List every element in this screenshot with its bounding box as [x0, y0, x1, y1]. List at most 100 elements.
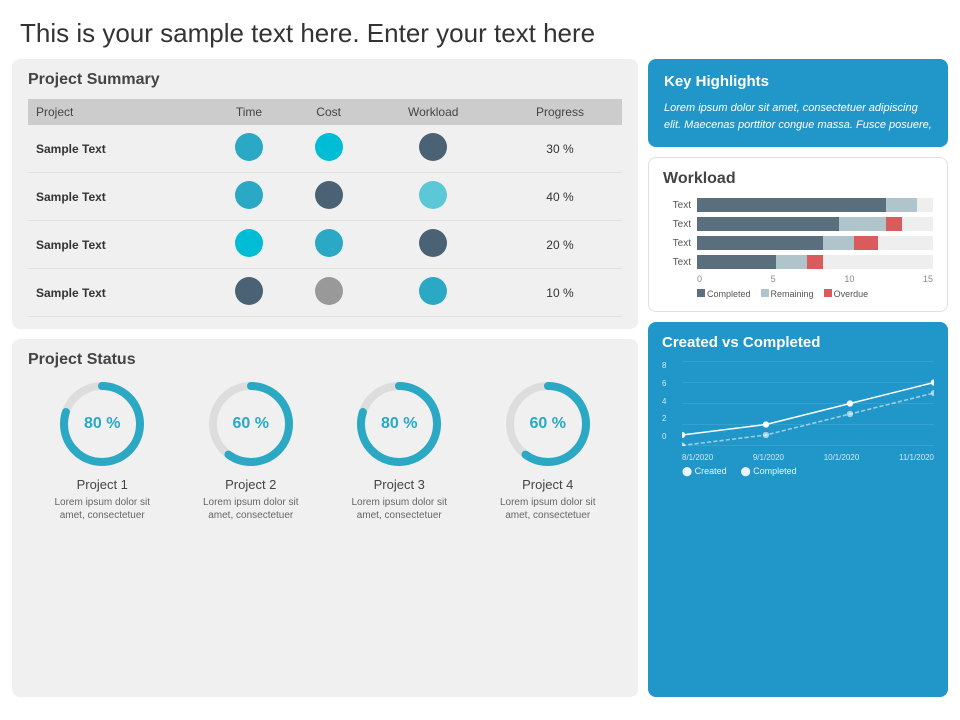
workload-bar-chart: Text Text Text Text — [663, 198, 933, 269]
bar-track — [697, 255, 933, 269]
row-time — [209, 173, 289, 221]
row-cost — [289, 173, 369, 221]
created-vs-completed-panel: Created vs Completed 8 6 4 2 0 — [648, 322, 948, 697]
line-chart-svg — [682, 361, 934, 446]
row-cost — [289, 221, 369, 269]
row-progress: 10 % — [498, 269, 622, 317]
bar-track — [697, 198, 933, 212]
row-cost — [289, 269, 369, 317]
bar-label: Text — [663, 219, 691, 230]
bar-remaining — [886, 198, 917, 212]
bar-completed — [697, 255, 776, 269]
status-row: 80 % Project 1 Lorem ipsum dolor sit ame… — [28, 379, 622, 522]
status-item: 80 % Project 3 Lorem ipsum dolor sit ame… — [339, 379, 459, 522]
status-project-name: Project 3 — [339, 477, 459, 492]
donut-chart: 60 % — [503, 379, 593, 469]
row-workload — [368, 173, 497, 221]
bar-label: Text — [663, 257, 691, 268]
row-name: Sample Text — [28, 221, 209, 269]
row-time — [209, 221, 289, 269]
bar-completed — [697, 198, 886, 212]
key-highlights-body: Lorem ipsum dolor sit amet, consectetuer… — [664, 100, 932, 133]
status-project-name: Project 4 — [488, 477, 608, 492]
bar-row: Text — [663, 198, 933, 212]
bar-remaining — [839, 217, 886, 231]
row-workload — [368, 125, 497, 173]
bar-completed — [697, 217, 839, 231]
donut-chart: 80 % — [57, 379, 147, 469]
bar-track — [697, 236, 933, 250]
created-dot — [847, 400, 853, 406]
project-summary-title: Project Summary — [28, 71, 622, 89]
bar-overdue — [854, 236, 878, 250]
workload-panel: Workload Text Text Text Text — [648, 157, 948, 312]
bar-row: Text — [663, 255, 933, 269]
donut-label: 80 % — [84, 415, 120, 433]
project-summary-table: Project Time Cost Workload Progress Samp… — [28, 99, 622, 317]
status-desc: Lorem ipsum dolor sit amet, consectetuer — [488, 496, 608, 522]
col-cost: Cost — [289, 99, 369, 125]
bar-remaining — [823, 236, 854, 250]
bar-label: Text — [663, 200, 691, 211]
created-dot — [682, 432, 685, 438]
bar-completed — [697, 236, 823, 250]
row-name: Sample Text — [28, 173, 209, 221]
row-progress: 20 % — [498, 221, 622, 269]
status-desc: Lorem ipsum dolor sit amet, consectetuer — [191, 496, 311, 522]
col-time: Time — [209, 99, 289, 125]
bar-overdue — [807, 255, 823, 269]
created-dot — [931, 379, 934, 385]
row-progress: 40 % — [498, 173, 622, 221]
row-time — [209, 125, 289, 173]
project-status-title: Project Status — [28, 351, 622, 369]
line-chart-area: 8 6 4 2 0 — [662, 361, 934, 471]
donut-label: 80 % — [381, 415, 417, 433]
donut-label: 60 % — [530, 415, 566, 433]
left-column: Project Summary Project Time Cost Worklo… — [12, 59, 638, 697]
table-row: Sample Text 20 % — [28, 221, 622, 269]
bar-overdue — [886, 217, 902, 231]
table-row: Sample Text 10 % — [28, 269, 622, 317]
status-desc: Lorem ipsum dolor sit amet, consectetuer — [42, 496, 162, 522]
status-item: 80 % Project 1 Lorem ipsum dolor sit ame… — [42, 379, 162, 522]
status-item: 60 % Project 2 Lorem ipsum dolor sit ame… — [191, 379, 311, 522]
col-project: Project — [28, 99, 209, 125]
donut-chart: 60 % — [206, 379, 296, 469]
status-project-name: Project 1 — [42, 477, 162, 492]
row-cost — [289, 125, 369, 173]
row-name: Sample Text — [28, 269, 209, 317]
completed-dot — [763, 432, 769, 438]
table-row: Sample Text 30 % — [28, 125, 622, 173]
row-time — [209, 269, 289, 317]
row-workload — [368, 269, 497, 317]
workload-title: Workload — [663, 170, 933, 188]
created-dot — [763, 421, 769, 427]
bar-label: Text — [663, 238, 691, 249]
status-desc: Lorem ipsum dolor sit amet, consectetuer — [339, 496, 459, 522]
bar-row: Text — [663, 236, 933, 250]
chart-legend: Completed Remaining Overdue — [663, 289, 933, 299]
key-highlights-title: Key Highlights — [664, 73, 932, 90]
right-column: Key Highlights Lorem ipsum dolor sit ame… — [648, 59, 948, 697]
project-summary-panel: Project Summary Project Time Cost Worklo… — [12, 59, 638, 329]
created-vs-completed-title: Created vs Completed — [662, 334, 934, 351]
col-progress: Progress — [498, 99, 622, 125]
main-layout: Project Summary Project Time Cost Worklo… — [0, 59, 960, 707]
row-name: Sample Text — [28, 125, 209, 173]
table-row: Sample Text 40 % — [28, 173, 622, 221]
key-highlights-panel: Key Highlights Lorem ipsum dolor sit ame… — [648, 59, 948, 147]
completed-dot — [931, 390, 934, 396]
bar-track — [697, 217, 933, 231]
donut-chart: 80 % — [354, 379, 444, 469]
completed-dot — [847, 411, 853, 417]
row-workload — [368, 221, 497, 269]
chart-axis: 0 5 10 15 — [663, 274, 933, 284]
page-title: This is your sample text here. Enter you… — [0, 0, 960, 59]
bar-row: Text — [663, 217, 933, 231]
x-axis-labels: 8/1/2020 9/1/2020 10/1/2020 11/1/2020 — [662, 453, 934, 462]
status-item: 60 % Project 4 Lorem ipsum dolor sit ame… — [488, 379, 608, 522]
project-status-panel: Project Status 80 % Project 1 Lorem ipsu… — [12, 339, 638, 697]
status-project-name: Project 2 — [191, 477, 311, 492]
donut-label: 60 % — [233, 415, 269, 433]
col-workload: Workload — [368, 99, 497, 125]
